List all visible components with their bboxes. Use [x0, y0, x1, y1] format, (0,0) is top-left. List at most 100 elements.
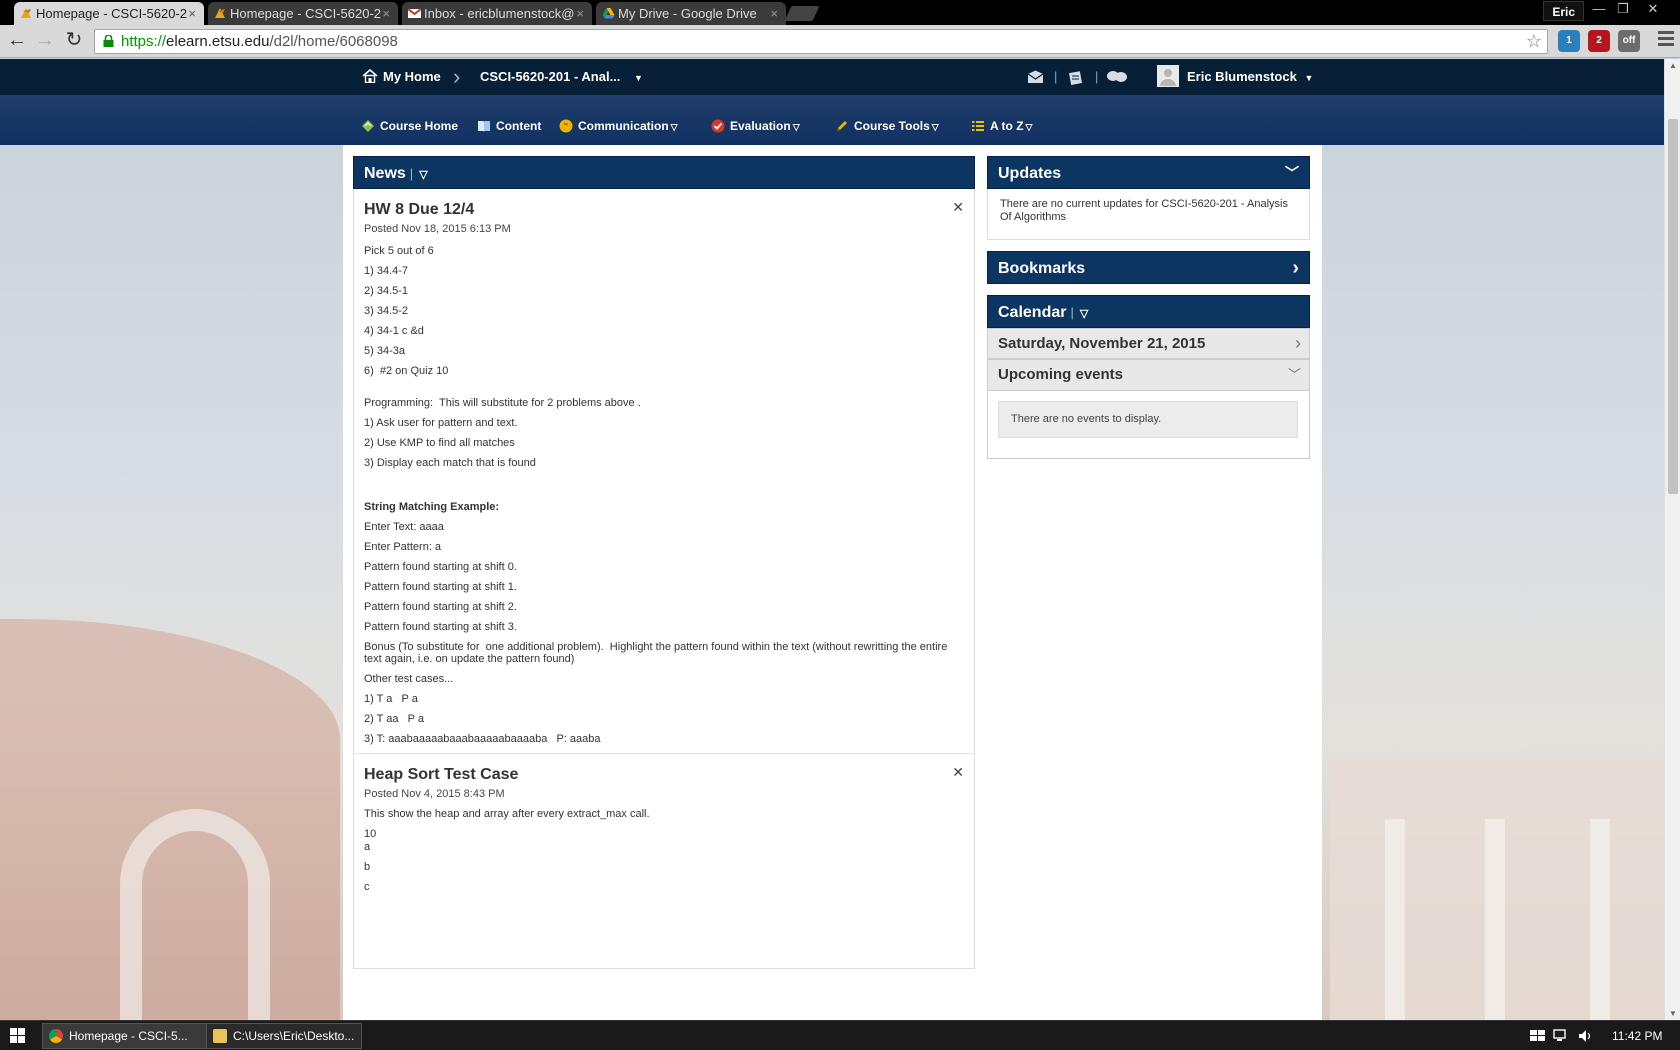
news-item: HW 8 Due 12/4 ✕ Posted Nov 18, 2015 6:13… [354, 189, 974, 754]
url-host: elearn.etsu.edu [166, 33, 270, 50]
nav-dropdown-caret-icon: ▽ [792, 122, 800, 132]
updates-widget-title: Updates [998, 165, 1062, 182]
news-line: Pattern found starting at shift 1. [364, 581, 517, 593]
news-line: 1) 34.4-7 [364, 265, 409, 277]
page-scrollbar[interactable]: ▲ ▼ [1664, 59, 1680, 1020]
taskbar-chrome-button[interactable]: Homepage - CSCI-5... [42, 1023, 226, 1049]
course-selector[interactable]: CSCI-5620-201 - Anal... ▼ [480, 59, 643, 96]
nav-a-to-z[interactable]: A to Z ▽ [971, 118, 1032, 135]
scroll-up-arrow-icon[interactable]: ▲ [1668, 61, 1678, 70]
flag-icon[interactable] [1530, 1030, 1546, 1042]
extension-badge: off [1622, 35, 1636, 46]
collapse-chevron-icon[interactable]: ﹀ [1288, 360, 1301, 389]
news-line: Enter Text: aaaa [364, 521, 444, 533]
expand-chevron-right-icon[interactable]: › [1292, 252, 1299, 285]
browser-tab[interactable]: My Drive - Google Drive × [596, 2, 786, 25]
svg-text:": " [564, 123, 569, 133]
news-line-heading: String Matching Example: [364, 501, 500, 513]
d2l-favicon-icon [215, 8, 225, 18]
close-window-icon[interactable]: ✕ [1642, 0, 1664, 18]
subscription-alerts-icon[interactable] [1106, 70, 1128, 84]
calendar-menu-caret-icon[interactable]: ▽ [1080, 308, 1088, 320]
news-item-content: This show the heap and array after every… [364, 808, 964, 893]
address-bar[interactable]: https://elearn.etsu.edu/d2l/home/6068098… [94, 29, 1548, 54]
news-widget-header: News | ▽ [353, 156, 975, 189]
nav-label: Course Home [380, 119, 459, 133]
restore-window-icon[interactable]: ❐ [1612, 0, 1634, 18]
browser-tab-active[interactable]: Homepage - CSCI-5620-2 × [14, 2, 204, 25]
ublock-icon[interactable]: 2 [1588, 30, 1610, 52]
nav-evaluation[interactable]: Evaluation ▽ [711, 118, 800, 135]
windows-start-icon[interactable] [10, 1028, 26, 1044]
browser-tab[interactable]: Inbox - ericblumenstock@ × [402, 2, 592, 25]
url-path: /d2l/home/6068098 [269, 33, 398, 50]
scrollbar-thumb[interactable] [1668, 119, 1678, 494]
updates-widget-header[interactable]: Updates ﹀ [987, 156, 1310, 189]
nav-communication[interactable]: " Communication ▽ [559, 118, 678, 135]
bookmark-star-icon[interactable]: ☆ [1526, 30, 1542, 52]
news-line: 3) 34.5-2 [364, 305, 409, 317]
new-tab-button[interactable] [784, 6, 820, 21]
news-item-title[interactable]: Heap Sort Test Case [364, 764, 964, 786]
news-line: 1) Ask user for pattern and text. [364, 417, 518, 429]
news-line: 3) Display each match that is found [364, 457, 536, 469]
dismiss-news-close-icon[interactable]: ✕ [952, 199, 964, 216]
nav-content[interactable]: Content [477, 118, 541, 134]
nav-dropdown-caret-icon: ▽ [931, 122, 939, 132]
my-home-label: My Home [383, 69, 441, 84]
my-home-link[interactable]: My Home [362, 59, 441, 95]
volume-icon[interactable] [1578, 1029, 1594, 1043]
nav-dropdown-caret-icon: ▽ [1025, 122, 1033, 132]
nav-course-tools[interactable]: Course Tools ▽ [835, 118, 939, 135]
tab-close-icon[interactable]: × [382, 2, 390, 25]
gmail-favicon-icon [408, 8, 421, 18]
taskbar-explorer-button[interactable]: C:\Users\Eric\Deskto... [206, 1023, 362, 1049]
minibar-divider: | [1054, 69, 1058, 84]
network-icon[interactable] [1553, 1029, 1569, 1043]
news-line: Pattern found starting at shift 3. [364, 621, 517, 633]
news-line: 5) 34-3a [364, 345, 405, 357]
no-events-message: There are no events to display. [998, 401, 1298, 438]
calendar-date-row[interactable]: Saturday, November 21, 2015 › [987, 328, 1310, 359]
news-item-title[interactable]: HW 8 Due 12/4 [364, 199, 964, 221]
bookmarks-widget-header[interactable]: Bookmarks › [987, 251, 1310, 284]
collapse-chevron-icon[interactable]: ﹀ [1285, 157, 1299, 190]
tab-title: My Drive - Google Drive [618, 6, 757, 21]
tab-close-icon[interactable]: × [188, 2, 196, 25]
bookmarks-widget-title: Bookmarks [998, 260, 1086, 277]
minimize-window-icon[interactable]: — [1588, 0, 1610, 18]
browser-toolbar: ← → ↻ https://elearn.etsu.edu/d2l/home/6… [0, 25, 1680, 58]
user-menu[interactable]: Eric Blumenstock ▼ [1157, 59, 1313, 96]
news-item-posted-date: Posted Nov 18, 2015 6:13 PM [364, 223, 511, 235]
news-line: a [364, 841, 371, 853]
browser-tab[interactable]: Homepage - CSCI-5620-2 × [208, 2, 398, 25]
tab-title: Inbox - ericblumenstock@ [424, 6, 575, 21]
update-alerts-icon[interactable] [1068, 69, 1084, 85]
forward-button[interactable]: → [33, 29, 57, 53]
tab-close-icon[interactable]: × [770, 2, 778, 25]
chrome-menu-icon[interactable] [1658, 31, 1674, 47]
back-button[interactable]: ← [5, 29, 29, 53]
news-menu-caret-icon[interactable]: ▽ [419, 169, 427, 181]
chrome-profile-button[interactable]: Eric [1543, 1, 1584, 21]
extension-off-icon[interactable]: off [1618, 30, 1640, 52]
next-date-chevron-icon[interactable]: › [1295, 329, 1301, 358]
nav-course-home[interactable]: Course Home [361, 118, 458, 134]
message-alerts-icon[interactable] [1027, 70, 1044, 84]
extension-tile [1558, 30, 1580, 52]
news-item-posted-date: Posted Nov 4, 2015 8:43 PM [364, 788, 505, 800]
scroll-down-arrow-icon[interactable]: ▼ [1668, 1009, 1678, 1018]
reload-button[interactable]: ↻ [62, 29, 86, 53]
ghostery-icon[interactable]: 1 [1558, 30, 1580, 52]
background-arch-image [120, 809, 270, 1020]
upcoming-events-row[interactable]: Upcoming events ﹀ [987, 359, 1310, 391]
tab-close-icon[interactable]: × [576, 2, 584, 25]
updates-widget-body: There are no current updates for CSCI-56… [987, 189, 1310, 240]
nav-label: A to Z [990, 119, 1024, 133]
news-line: Programming: This will substitute for 2 … [364, 397, 641, 409]
news-item-content: Pick 5 out of 6 1) 34.4-7 2) 34.5-1 3) 3… [364, 245, 964, 745]
news-line: 4) 34-1 c &d [364, 325, 424, 337]
dismiss-news-close-icon[interactable]: ✕ [952, 764, 964, 781]
page-viewport: My Home › CSCI-5620-201 - Anal... ▼ | | … [0, 59, 1664, 1020]
taskbar-clock[interactable]: 11:42 PM [1612, 1021, 1662, 1050]
